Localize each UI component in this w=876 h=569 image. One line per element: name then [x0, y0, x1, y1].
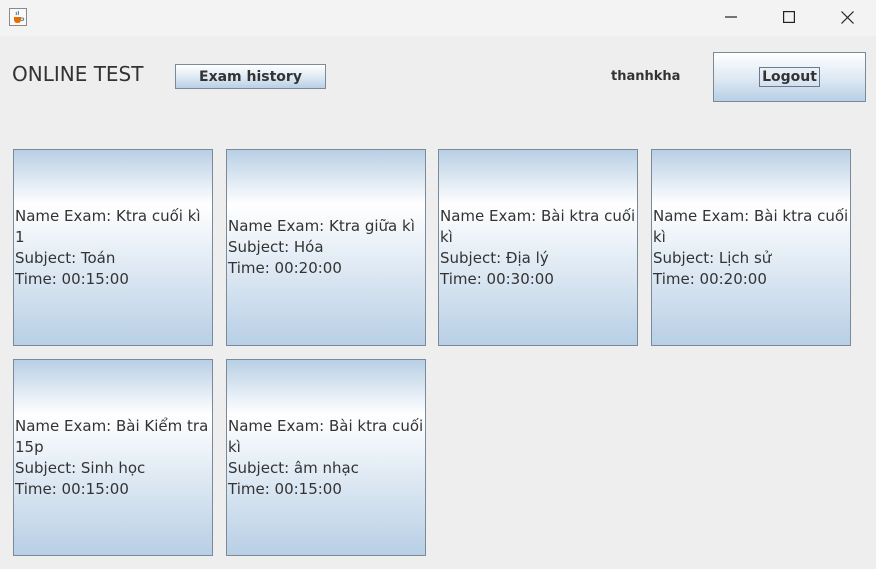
exam-card[interactable]: Name Exam: Ktra giữa kì Subject: Hóa Tim… — [226, 149, 426, 346]
exam-time: Time: 00:15:00 — [15, 479, 129, 498]
exam-name: Name Exam: Ktra cuối kì 1 — [15, 206, 206, 246]
logout-label: Logout — [759, 67, 820, 87]
java-cup-icon[interactable] — [9, 8, 27, 26]
exam-subject: Subject: Hóa — [228, 238, 324, 256]
maximize-icon — [783, 11, 795, 23]
exam-time: Time: 00:20:00 — [228, 259, 342, 277]
exam-history-button[interactable]: Exam history — [175, 64, 326, 89]
exam-card[interactable]: Name Exam: Bài ktra cuối kì Subject: Lịc… — [651, 149, 851, 346]
exam-name: Name Exam: Bài Kiểm tra 15p — [15, 416, 213, 456]
close-icon — [840, 10, 854, 24]
exam-card[interactable]: Name Exam: Bài ktra cuối kì Subject: Địa… — [438, 149, 638, 346]
exam-subject: Subject: Địa lý — [440, 248, 549, 267]
logout-button[interactable]: Logout — [713, 52, 866, 102]
exam-subject: Subject: Lịch sử — [653, 248, 772, 267]
page-title: ONLINE TEST — [12, 62, 144, 86]
exam-time: Time: 00:15:00 — [15, 269, 129, 288]
exam-card[interactable]: Name Exam: Ktra cuối kì 1 Subject: Toán … — [13, 149, 213, 346]
maximize-button[interactable] — [760, 0, 818, 34]
minimize-button[interactable] — [702, 0, 760, 34]
main-panel: ONLINE TEST Exam history thanhkha Logout… — [0, 36, 876, 569]
exam-name: Name Exam: Bài ktra cuối kì — [228, 416, 424, 456]
exam-name: Name Exam: Bài ktra cuối kì — [653, 206, 849, 246]
exam-time: Time: 00:30:00 — [440, 269, 554, 288]
exam-subject: Subject: âm nhạc — [228, 458, 359, 477]
exam-card[interactable]: Name Exam: Bài ktra cuối kì Subject: âm … — [226, 359, 426, 556]
exam-subject: Subject: Sinh học — [15, 458, 146, 477]
username-label: thanhkha — [611, 69, 681, 84]
exam-card[interactable]: Name Exam: Bài Kiểm tra 15p Subject: Sin… — [13, 359, 213, 556]
close-button[interactable] — [818, 0, 876, 34]
exam-name: Name Exam: Ktra giữa kì — [228, 217, 415, 235]
minimize-icon — [725, 16, 737, 18]
exam-time: Time: 00:15:00 — [228, 479, 342, 498]
exam-name: Name Exam: Bài ktra cuối kì — [440, 206, 636, 246]
exam-time: Time: 00:20:00 — [653, 269, 767, 288]
title-bar — [0, 0, 876, 36]
exam-subject: Subject: Toán — [15, 248, 116, 267]
